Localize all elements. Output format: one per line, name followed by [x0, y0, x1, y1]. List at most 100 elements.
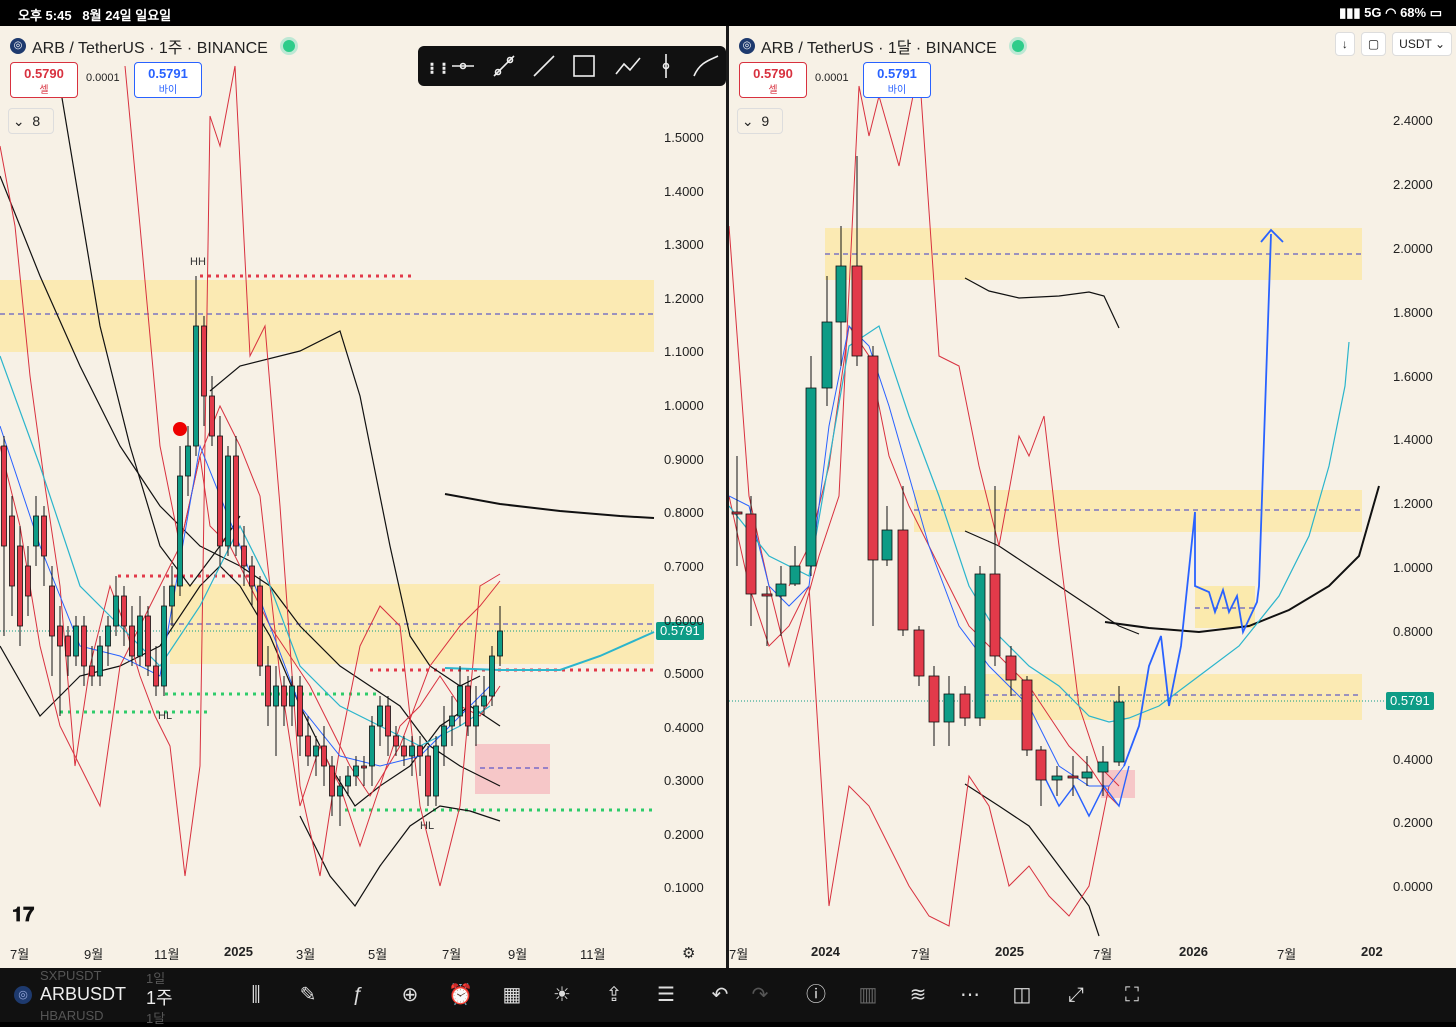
buy-button[interactable]: 0.5791 바이: [134, 62, 202, 98]
expand-icon[interactable]: ⤢: [1064, 983, 1088, 1007]
x-axis-label: 202: [1361, 944, 1383, 959]
right-chart-canvas[interactable]: [729, 26, 1456, 968]
candle: [305, 735, 311, 757]
candle: [369, 725, 375, 767]
fullscreen-icon[interactable]: ⛶: [1120, 983, 1144, 1007]
candle: [9, 515, 15, 587]
candle: [385, 705, 391, 737]
candle: [209, 395, 215, 437]
candle: [974, 573, 986, 719]
share-icon[interactable]: ⇪: [602, 983, 626, 1007]
candle: [761, 593, 773, 597]
y-axis-label: 1.4000: [664, 184, 704, 199]
drawing-pen-icon[interactable]: ✎: [296, 983, 320, 1007]
x-axis-label: 2024: [811, 944, 840, 959]
candle: [789, 565, 801, 585]
candle: [49, 585, 55, 637]
candle: [121, 595, 127, 627]
arb-logo-icon: ◎: [739, 38, 755, 54]
y-axis-label: 0.7000: [664, 559, 704, 574]
object-tree-icon[interactable]: ☰: [654, 983, 678, 1007]
x-axis-label: 2025: [224, 944, 253, 959]
x-axis-label: 3월: [296, 947, 316, 962]
market-open-icon: [279, 37, 298, 55]
chevron-down-icon: ⌄: [12, 113, 25, 129]
drawing-toolbar[interactable]: ⋮⋮: [418, 46, 726, 86]
indicators-fx-icon[interactable]: ƒ: [346, 983, 370, 1007]
candle: [329, 765, 335, 797]
ideas-bulb-icon[interactable]: ☀: [550, 983, 574, 1007]
candle: [265, 665, 271, 707]
x-axis-label: 7월: [1277, 947, 1297, 962]
candle: [273, 685, 279, 707]
timeframe-selector[interactable]: 1주: [146, 984, 173, 1010]
candle: [249, 565, 255, 587]
candle: [1067, 775, 1079, 779]
candle: [281, 685, 287, 707]
settings-gear-icon[interactable]: ⚙: [682, 944, 695, 962]
info-icon[interactable]: ⓘ: [804, 983, 828, 1007]
add-circle-icon[interactable]: ⊕: [398, 983, 422, 1007]
x-axis-label: 7월: [442, 947, 462, 962]
candle: [805, 387, 817, 567]
candle: [393, 735, 399, 747]
candle: [57, 625, 63, 647]
symbol-selector[interactable]: ARBUSDT: [40, 984, 126, 1005]
candle: [241, 545, 247, 567]
split-view-icon[interactable]: ◫: [1010, 983, 1034, 1007]
candle: [851, 265, 863, 357]
redo-icon[interactable]: ↷: [748, 983, 772, 1007]
candle: [959, 693, 971, 719]
candle: [81, 625, 87, 667]
candle: [65, 635, 71, 657]
x-axis-label: 11월: [154, 947, 180, 962]
currency-select[interactable]: USDT ⌄: [1392, 32, 1452, 56]
buy-button[interactable]: 0.5791 바이: [863, 62, 931, 98]
chart-type-icon[interactable]: ⫼: [244, 983, 268, 1007]
candle: [1, 445, 7, 547]
candle: [353, 765, 359, 777]
sell-button[interactable]: 0.5790 셀: [739, 62, 807, 98]
more-dots-icon[interactable]: ⋯: [958, 983, 982, 1007]
sell-button[interactable]: 0.5790 셀: [10, 62, 78, 98]
candle: [233, 455, 239, 547]
right-chart-title[interactable]: ◎ ARB / TetherUS · 1달 · BINANCE: [739, 34, 1027, 58]
candle: [441, 725, 447, 747]
ghost-symbol-above: SXPUSDT: [40, 968, 102, 983]
candle: [425, 755, 431, 797]
candle: [41, 515, 47, 557]
left-chart-canvas[interactable]: [0, 26, 726, 968]
indicator-toggle[interactable]: ⌄ 8: [8, 108, 54, 134]
spread-value: 0.0001: [815, 72, 849, 84]
left-chart-panel[interactable]: ◎ ARB / TetherUS · 1주 · BINANCE 0.5790 셀 …: [0, 26, 726, 968]
right-chart-panel[interactable]: ◎ ARB / TetherUS · 1달 · BINANCE 0.5790 셀 …: [729, 26, 1456, 968]
undo-icon[interactable]: ↶: [708, 983, 732, 1007]
layout-grid-icon[interactable]: ▦: [500, 983, 524, 1007]
volume-bars-icon[interactable]: ▥: [856, 983, 880, 1007]
arb-logo-icon: ◎: [10, 38, 26, 54]
alert-clock-icon[interactable]: ⏰: [448, 983, 473, 1007]
candle: [361, 765, 367, 769]
ghost-symbol-below: HBARUSD: [40, 1008, 104, 1023]
candle: [137, 615, 143, 657]
snapshot-icon[interactable]: ▢: [1360, 32, 1387, 56]
candle: [433, 745, 439, 797]
x-axis-label: 7월: [729, 947, 749, 962]
compare-icon[interactable]: ≋: [906, 983, 930, 1007]
y-axis-label: 0.8000: [1393, 624, 1433, 639]
download-icon[interactable]: ↓: [1334, 32, 1355, 56]
candle: [417, 745, 423, 757]
candle: [313, 745, 319, 757]
candle: [185, 445, 191, 477]
y-axis-label: 0.4000: [664, 720, 704, 735]
left-chart-title[interactable]: ◎ ARB / TetherUS · 1주 · BINANCE: [10, 34, 298, 58]
candle: [457, 685, 463, 717]
candle: [401, 745, 407, 757]
candle: [345, 775, 351, 787]
indicator-toggle[interactable]: ⌄ 9: [737, 108, 783, 134]
candle: [449, 715, 455, 727]
candle: [1097, 761, 1109, 773]
y-axis-label: 1.0000: [664, 398, 704, 413]
y-axis-label: 1.8000: [1393, 305, 1433, 320]
candle: [409, 745, 415, 757]
